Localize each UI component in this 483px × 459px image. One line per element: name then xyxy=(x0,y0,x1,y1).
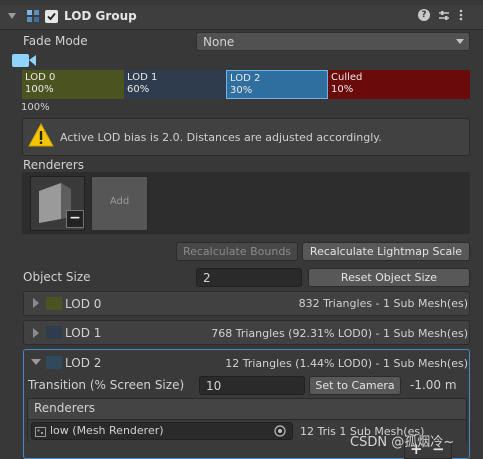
transition-label: Transition (% Screen Size) xyxy=(28,378,185,392)
lod-group-inspector: { "header": { "title": "LOD Group", "ena… xyxy=(0,0,483,459)
lod-row-info: 768 Triangles (92.31% LOD0) - 1 Sub Mesh… xyxy=(211,327,468,340)
segment-percent: 30% xyxy=(230,85,253,96)
renderers-panel xyxy=(22,172,470,234)
segment-percent: 100% xyxy=(25,84,54,95)
segment-percent: 10% xyxy=(331,84,354,95)
remove-renderer-icon[interactable]: − xyxy=(66,210,84,228)
segment-name: Culled xyxy=(331,72,363,83)
component-title: LOD Group xyxy=(64,9,137,23)
lod-row-info: 832 Triangles - 1 Sub Mesh(es) xyxy=(298,297,468,310)
fade-mode-dropdown[interactable]: None xyxy=(196,32,470,51)
renderers-sublabel: Renderers xyxy=(34,401,96,415)
object-size-label: Object Size xyxy=(23,270,91,284)
add-renderer-label: Add xyxy=(109,196,130,207)
lod-bar-bottom-label: 100% xyxy=(21,102,50,113)
enable-checkbox[interactable] xyxy=(45,10,58,23)
segment-name: LOD 1 xyxy=(127,72,158,83)
foldout-arrow-icon[interactable] xyxy=(33,328,39,338)
warning-icon xyxy=(28,122,54,148)
renderer-object-field[interactable]: low (Mesh Renderer) xyxy=(31,422,293,440)
preset-icon[interactable] xyxy=(439,10,449,20)
lod-row-label: LOD 0 xyxy=(65,297,102,311)
foldout-arrow-icon[interactable] xyxy=(8,13,16,19)
help-icon[interactable]: ? xyxy=(418,9,430,21)
recalculate-lightmap-scale-button[interactable]: Recalculate Lightmap Scale xyxy=(302,242,470,261)
lod-bar-segment-lod0[interactable]: LOD 0 100% xyxy=(22,70,124,99)
object-picker-icon[interactable] xyxy=(274,425,286,437)
reset-object-size-button[interactable]: Reset Object Size xyxy=(308,268,470,287)
recalculate-bounds-button[interactable]: Recalculate Bounds xyxy=(176,242,298,261)
transition-value: 10 xyxy=(206,379,222,393)
lod-row-label: LOD 2 xyxy=(65,356,102,370)
fade-mode-value: None xyxy=(203,35,235,49)
watermark: CSDN @孤烟冷~ xyxy=(350,435,455,450)
renderers-label: Renderers xyxy=(23,158,85,172)
lod-bar-segment-culled[interactable]: Culled 10% xyxy=(328,70,470,99)
set-to-camera-button[interactable]: Set to Camera xyxy=(309,376,401,395)
lod-bar-segment-lod1[interactable]: LOD 1 60% xyxy=(124,70,226,99)
lod-group-icon xyxy=(26,9,40,23)
kebab-menu-icon[interactable] xyxy=(459,9,463,21)
fade-mode-label: Fade Mode xyxy=(23,34,88,48)
lod-bar-segment-lod2[interactable]: LOD 2 30% xyxy=(226,70,328,99)
lod-color-swatch xyxy=(46,356,62,369)
lod-color-swatch xyxy=(46,326,62,339)
segment-percent: 60% xyxy=(127,84,150,95)
chevron-down-icon xyxy=(456,39,464,44)
foldout-arrow-icon[interactable] xyxy=(31,359,41,365)
lod-row-label: LOD 1 xyxy=(65,326,102,340)
lod-color-swatch xyxy=(46,297,62,310)
add-renderer-button[interactable]: Add xyxy=(91,176,148,231)
mesh-renderer-icon xyxy=(35,426,46,437)
object-size-field[interactable]: 2 xyxy=(196,268,302,287)
lod-row-info: 12 Triangles (1.44% LOD0) - 1 Sub Mesh(e… xyxy=(225,357,468,370)
object-size-value: 2 xyxy=(203,271,211,285)
segment-name: LOD 0 xyxy=(25,72,56,83)
foldout-arrow-icon[interactable] xyxy=(33,298,39,308)
warning-text: Active LOD bias is 2.0. Distances are ad… xyxy=(60,131,382,144)
camera-icon[interactable] xyxy=(11,53,37,68)
transition-field[interactable]: 10 xyxy=(199,376,305,395)
distance-readout: -1.00 m xyxy=(410,378,457,392)
segment-name: LOD 2 xyxy=(230,73,261,84)
renderer-name: low (Mesh Renderer) xyxy=(50,424,164,437)
